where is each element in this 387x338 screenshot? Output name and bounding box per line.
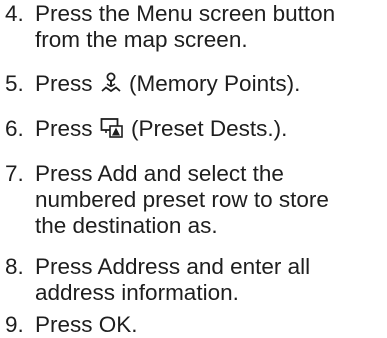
step-number: 9. — [5, 312, 24, 337]
step-text: Press OK. — [35, 312, 385, 338]
step-line: Press (Memory Points). — [35, 71, 385, 97]
step-number: 6. — [5, 116, 24, 141]
step-line: Press (Preset Dests.). — [35, 116, 385, 142]
step-line: from the map screen. — [35, 27, 248, 52]
step-text: Press Address and enter all address info… — [35, 254, 385, 306]
step-prefix: Press — [35, 116, 93, 141]
step-line: the destination as. — [35, 213, 218, 238]
step-text: Press the Menu screen button from the ma… — [35, 1, 385, 53]
step-line: Press Address and enter all — [35, 254, 311, 279]
step-text: Press (Memory Points). — [35, 71, 385, 97]
memory-points-icon — [100, 72, 122, 94]
step-suffix: (Memory Points). — [129, 71, 301, 96]
step-text: Press Add and select the numbered preset… — [35, 161, 385, 239]
step-text: Press (Preset Dests.). — [35, 116, 385, 142]
step-line: Press OK. — [35, 312, 138, 337]
step-number: 5. — [5, 71, 24, 96]
step-line: Press Add and select the — [35, 161, 284, 186]
instruction-steps: 4. Press the Menu screen button from the… — [0, 0, 387, 338]
step-suffix: (Preset Dests.). — [131, 116, 288, 141]
step-number: 8. — [5, 254, 24, 279]
step-line: Press the Menu screen button — [35, 1, 336, 26]
step-line: address information. — [35, 280, 239, 305]
step-line: numbered preset row to store — [35, 187, 329, 212]
step-prefix: Press — [35, 71, 93, 96]
preset-destinations-icon — [100, 117, 124, 139]
step-number: 7. — [5, 161, 24, 186]
step-number: 4. — [5, 1, 24, 26]
